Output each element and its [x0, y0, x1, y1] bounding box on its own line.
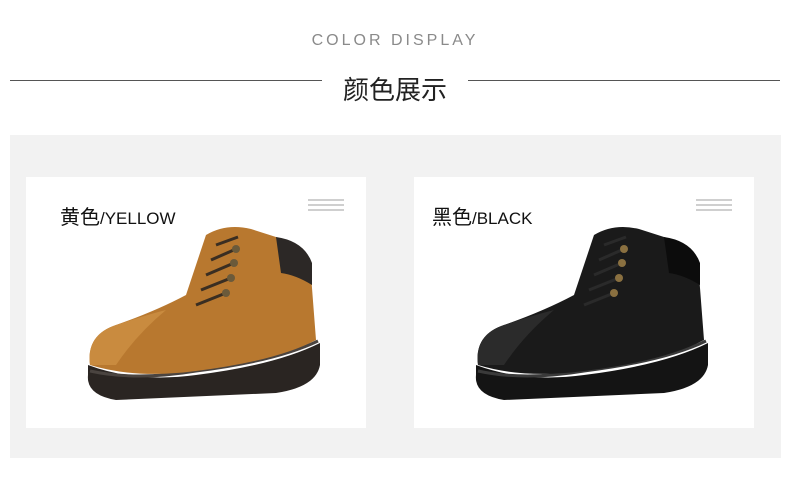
yellow-boot-image: [87, 227, 320, 400]
color-display-subtitle: COLOR DISPLAY: [311, 32, 479, 49]
section-title-row: 颜色展示: [0, 70, 790, 110]
black-boot-image: [475, 227, 708, 400]
title-divider-right: [468, 80, 780, 81]
color-card-black[interactable]: 黑色/BLACK: [414, 177, 754, 428]
menu-lines-icon: [696, 199, 732, 215]
section-title: 颜色展示: [342, 76, 447, 106]
title-divider-left: [10, 80, 322, 81]
menu-lines-icon: [308, 199, 344, 215]
color-card-yellow[interactable]: 黄色/YELLOW: [26, 177, 366, 428]
